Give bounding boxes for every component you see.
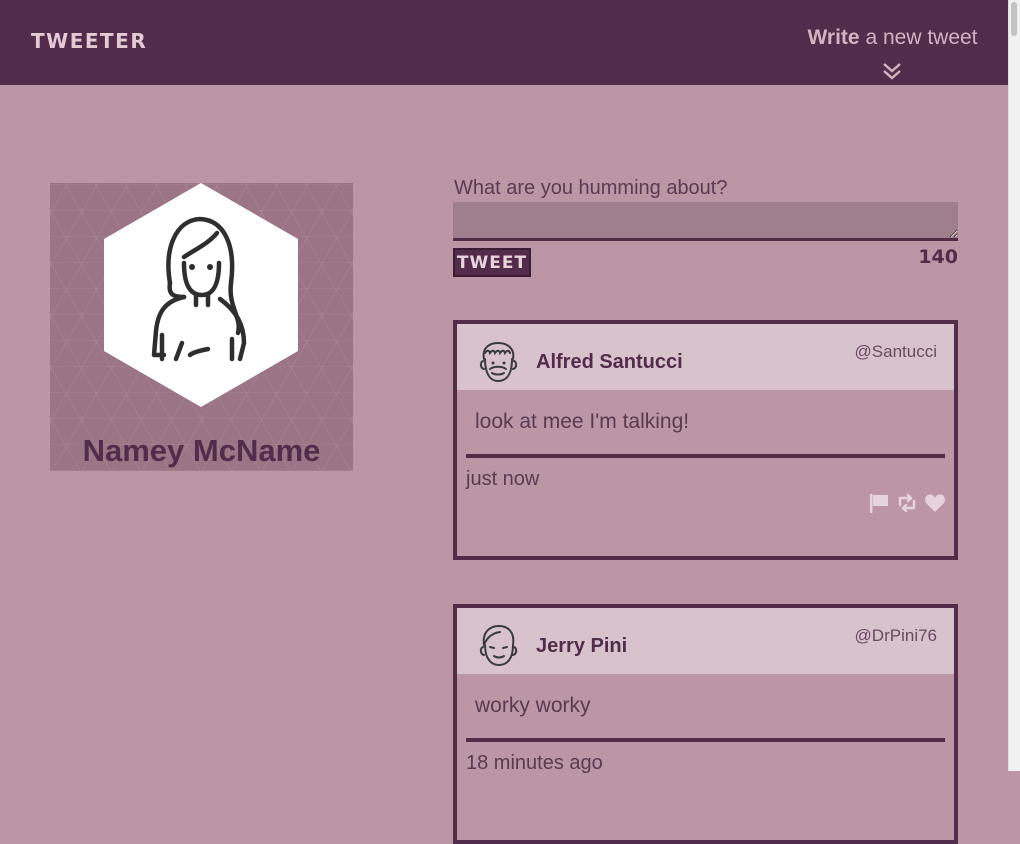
new-tweet-prompt: What are you humming about? <box>454 177 728 199</box>
tweet-author-handle: @Santucci <box>854 342 937 361</box>
character-counter: 140 <box>918 246 958 268</box>
tweet-author-name: Alfred Santucci <box>536 351 683 373</box>
flag-icon[interactable] <box>868 492 890 514</box>
tweet-header: Alfred Santucci @Santucci <box>457 324 954 390</box>
tweet-header: Jerry Pini @DrPini76 <box>457 608 954 674</box>
tweet-actions <box>868 492 946 514</box>
write-new-tweet-label[interactable]: Write a new tweet <box>790 26 995 50</box>
top-navbar: TWEETER Write a new tweet <box>0 0 1009 85</box>
profile-name: Namey McName <box>82 433 321 468</box>
tweet-divider <box>466 454 945 458</box>
profile-card: Namey McName <box>50 183 353 471</box>
tweet-card: Alfred Santucci @Santucci look at mee I'… <box>453 320 958 560</box>
retweet-icon[interactable] <box>896 492 918 514</box>
tweet-input[interactable] <box>453 202 958 241</box>
heart-icon[interactable] <box>924 492 946 514</box>
tweet-timestamp: just now <box>466 468 540 490</box>
new-tweet-label: a new tweet <box>859 26 978 49</box>
page-scrollbar[interactable] <box>1008 0 1020 771</box>
write-bold-label: Write <box>807 26 860 49</box>
man-avatar-icon <box>479 624 518 667</box>
tweet-author-handle: @DrPini76 <box>854 626 937 645</box>
tweet-divider <box>466 738 945 742</box>
tweet-card: Jerry Pini @DrPini76 worky worky 18 minu… <box>453 604 958 844</box>
curly-hair-man-avatar-icon <box>479 341 518 383</box>
tweet-text: look at mee I'm talking! <box>475 410 690 433</box>
tweet-text: worky worky <box>475 694 591 717</box>
double-chevron-down-icon[interactable] <box>882 62 902 80</box>
brand-logo[interactable]: TWEETER <box>31 29 147 53</box>
scrollbar-thumb[interactable] <box>1011 2 1017 36</box>
tweet-button[interactable]: TWEET <box>453 248 531 277</box>
tweet-timestamp: 18 minutes ago <box>466 752 603 774</box>
write-new-tweet-toggle[interactable]: Write a new tweet <box>790 26 995 84</box>
woman-avatar-icon <box>104 183 298 407</box>
tweet-author-name: Jerry Pini <box>536 635 628 657</box>
